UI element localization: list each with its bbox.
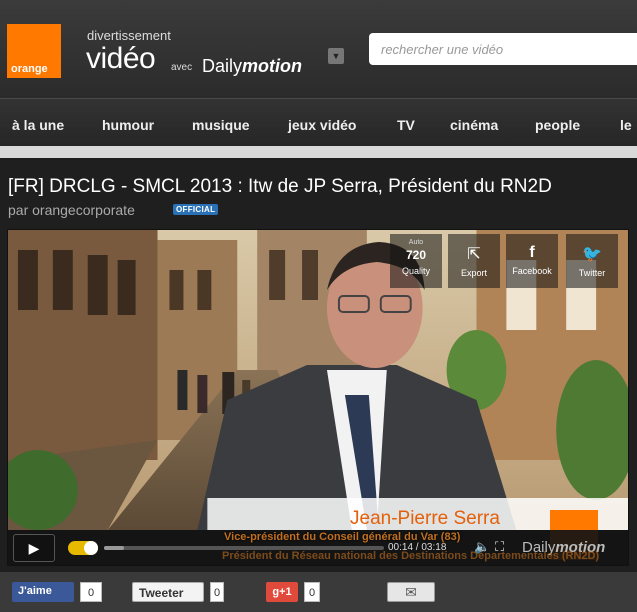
mail-icon: ✉ — [405, 584, 417, 600]
play-button[interactable]: ▶ — [13, 534, 55, 562]
share-bar: J'aime 0 Tweeter 0 g+1 0 ✉ — [0, 572, 637, 612]
tweet-count: 0 — [210, 582, 224, 602]
brand-divertissement: divertissement — [87, 28, 171, 43]
twitter-label: Twitter — [578, 268, 606, 278]
hd-toggle[interactable] — [68, 541, 98, 555]
quality-value: 720 — [405, 248, 427, 262]
export-label: Export — [460, 268, 487, 278]
mail-share-button[interactable]: ✉ — [387, 582, 435, 602]
quality-label: Quality — [401, 266, 430, 276]
nav-item-people[interactable]: people — [535, 117, 580, 133]
video-player[interactable]: Jean-Pierre Serra Auto 720 Quality ⇱ Exp… — [7, 229, 629, 566]
facebook-like-count: 0 — [80, 582, 102, 602]
category-nav: à la une humour musique jeux vidéo TV ci… — [0, 98, 637, 146]
chevron-down-icon[interactable]: ▼ — [328, 48, 344, 64]
caption-org: Président du Réseau national des Destina… — [222, 550, 600, 562]
nav-item-tv[interactable]: TV — [397, 117, 415, 133]
facebook-like-button[interactable]: J'aime — [12, 582, 74, 602]
tweet-button[interactable]: Tweeter — [132, 582, 204, 602]
divider — [0, 146, 637, 158]
facebook-label: Facebook — [512, 266, 552, 276]
dailymotion-brand: Dailymotion — [202, 56, 302, 77]
official-badge: OFFICIAL — [173, 204, 219, 215]
video-title: [FR] DRCLG - SMCL 2013 : Itw de JP Serra… — [8, 176, 552, 197]
twitter-share-button[interactable]: 🐦 Twitter — [566, 234, 618, 288]
caption-name: Jean-Pierre Serra — [350, 508, 500, 529]
export-button[interactable]: ⇱ Export — [448, 234, 500, 288]
tweet-label: Tweeter — [139, 586, 184, 600]
gplus-button[interactable]: g+1 — [266, 582, 298, 602]
quality-button[interactable]: Auto 720 Quality — [390, 234, 442, 288]
nav-item-cinema[interactable]: cinéma — [450, 117, 498, 133]
dailymotion-brand-prefix: Daily — [202, 56, 243, 76]
facebook-icon: f — [529, 244, 535, 261]
orange-logo[interactable]: orange — [7, 24, 61, 78]
facebook-share-button[interactable]: f Facebook — [506, 234, 558, 288]
nav-item-musique[interactable]: musique — [192, 117, 250, 133]
nav-item-le[interactable]: le — [620, 117, 632, 133]
toggle-knob — [84, 541, 98, 555]
brand-avec: avec — [171, 62, 193, 73]
search-input[interactable] — [369, 33, 637, 65]
twitter-icon: 🐦 — [582, 246, 602, 263]
nav-item-jeux-video[interactable]: jeux vidéo — [288, 117, 356, 133]
export-icon: ⇱ — [467, 246, 481, 263]
dailymotion-brand-bold: motion — [242, 56, 303, 76]
nav-item-humour[interactable]: humour — [102, 117, 154, 133]
site-header: orange divertissement vidéo avec Dailymo… — [0, 0, 637, 98]
caption-role: Vice-président du Conseil général du Var… — [224, 531, 461, 543]
brand-video: vidéo — [86, 42, 156, 75]
video-byline[interactable]: par orangecorporate — [8, 202, 135, 218]
quality-auto: Auto — [408, 239, 424, 246]
progress-fill — [104, 546, 124, 550]
orange-logo-text: orange — [11, 63, 48, 75]
facebook-like-label: J'aime — [18, 585, 52, 597]
nav-item-a-la-une[interactable]: à la une — [12, 117, 64, 133]
gplus-count: 0 — [304, 582, 320, 602]
